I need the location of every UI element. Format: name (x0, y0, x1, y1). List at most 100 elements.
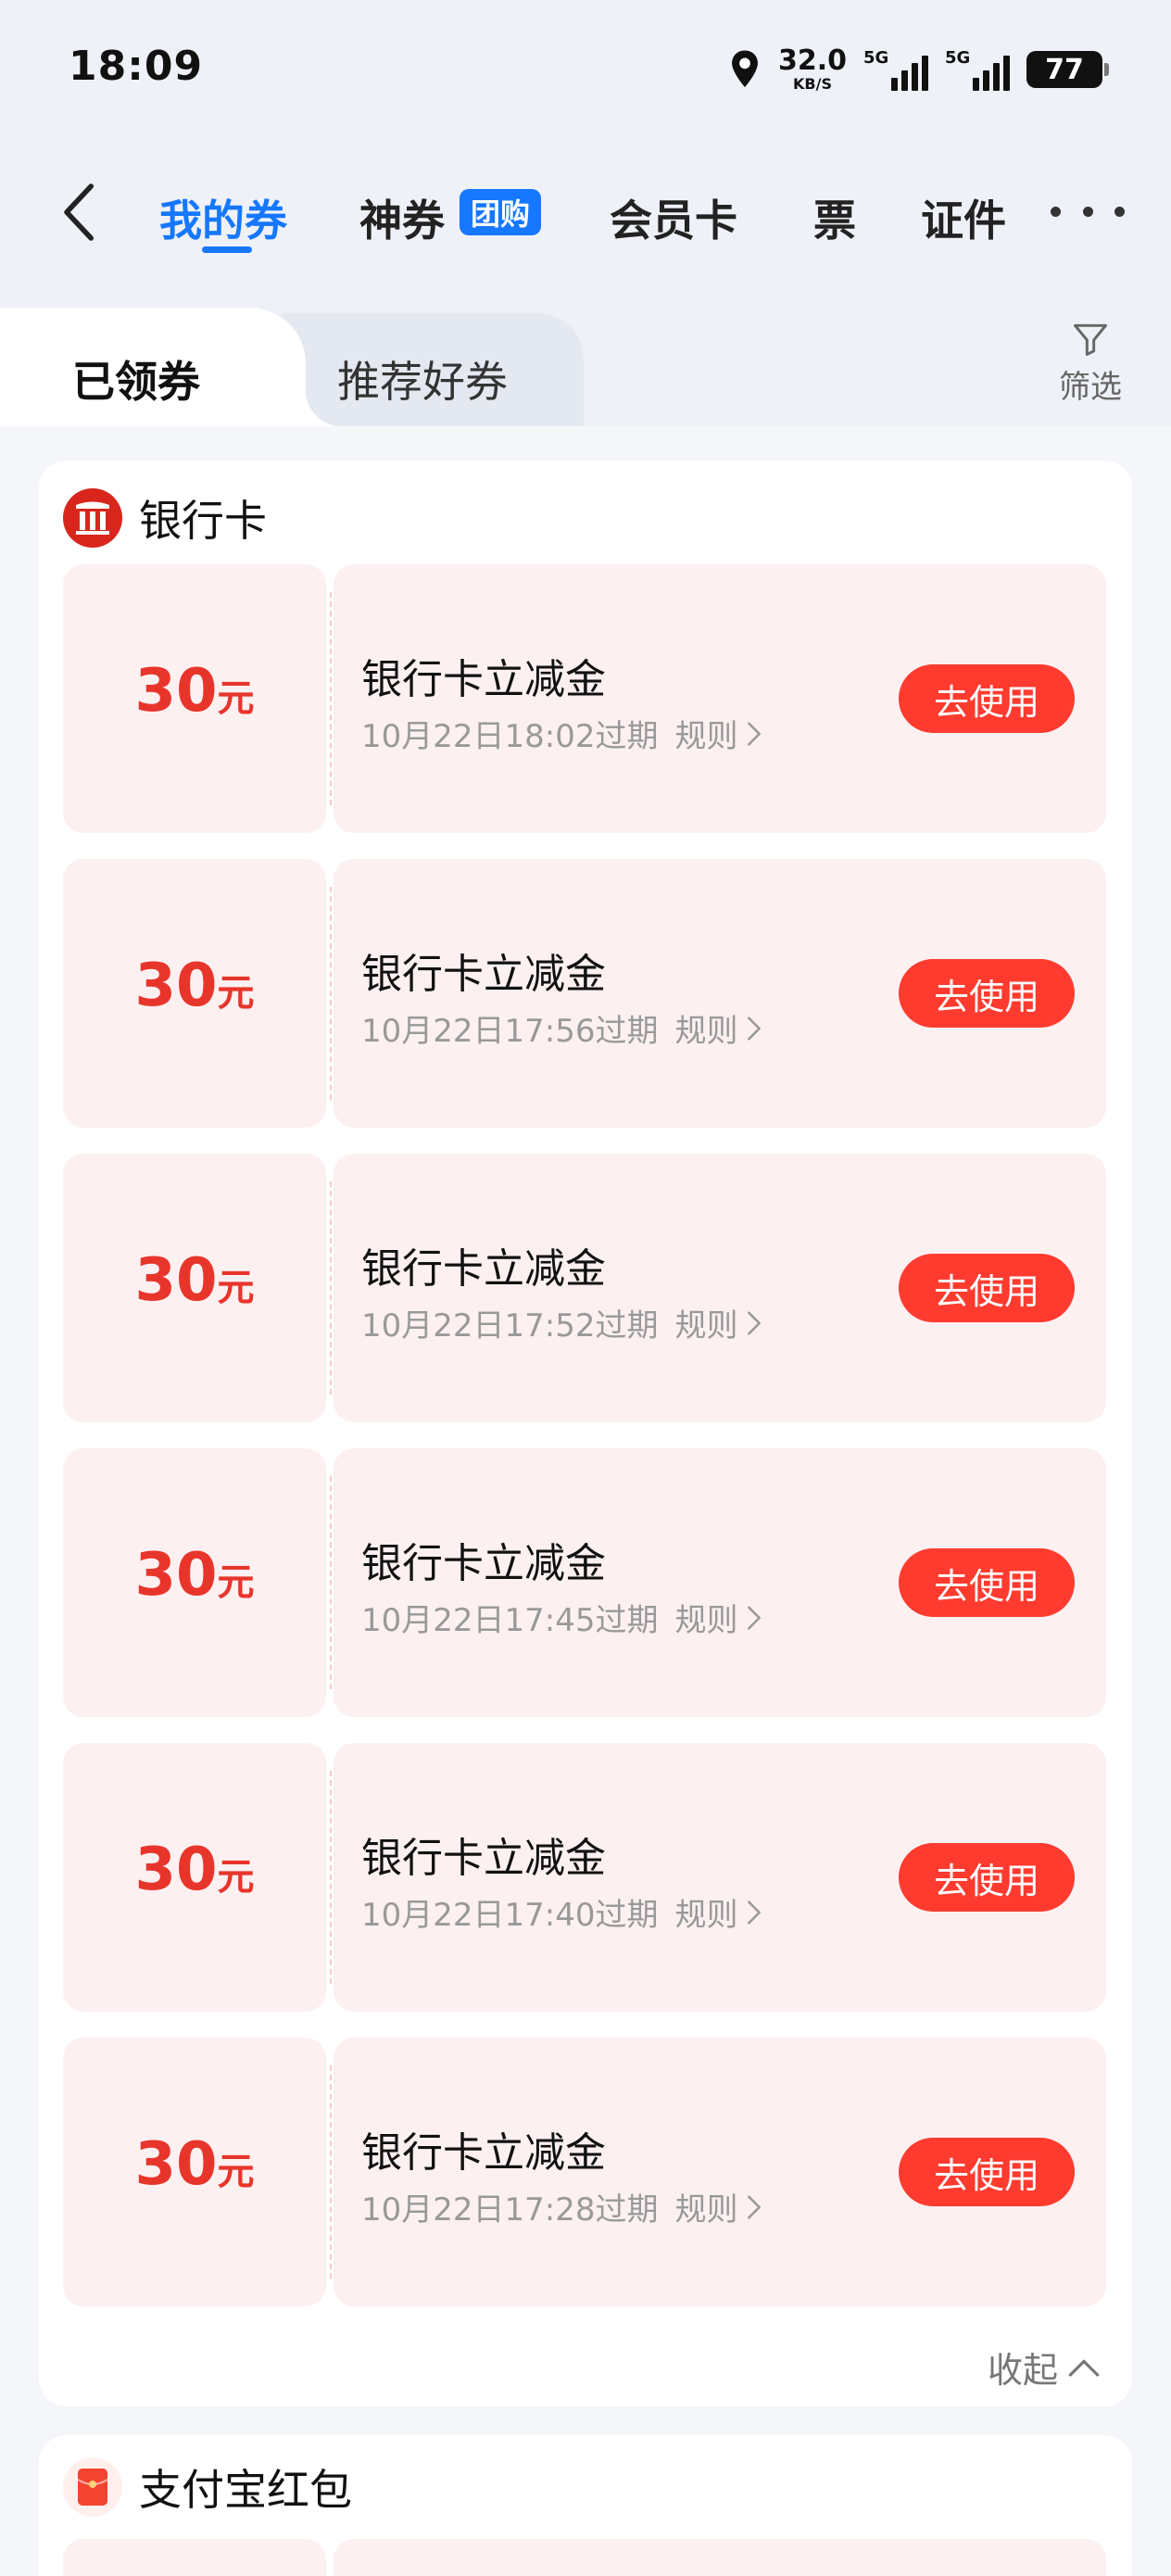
coupon-meta: 10月22日17:56过期 规则 (361, 1005, 764, 1051)
coupon-item[interactable]: 30元 银行卡立减金 10月22日17:45过期 规则 去使用 (63, 1448, 1106, 1717)
chevron-right-icon (747, 1016, 761, 1041)
sub-tabs: 已领券 推荐好券 筛选 (0, 297, 1171, 426)
sub-tab-claimed[interactable]: 已领券 (72, 348, 200, 410)
coupon-name: 银行卡立减金 (361, 1835, 606, 1882)
coupon-amount-value: 30 (134, 1836, 218, 1904)
back-arrow-icon[interactable] (52, 180, 107, 245)
coupon-item[interactable]: 30元 银行卡立减金 10月22日17:52过期 规则 去使用 (63, 1154, 1106, 1422)
use-coupon-button[interactable]: 去使用 (899, 1548, 1075, 1617)
location-icon (732, 50, 758, 88)
coupon-item[interactable]: 30元 银行卡立减金 10月22日17:28过期 规则 去使用 (63, 2038, 1106, 2306)
sim2-label: 5G (945, 48, 971, 68)
use-coupon-button[interactable]: 去使用 (899, 664, 1075, 733)
red-packet-icon (63, 2457, 122, 2517)
network-speed-unit: KB/S (793, 75, 832, 93)
coupon-meta: 10月22日17:40过期 规则 (361, 1889, 764, 1935)
coupon-item[interactable]: 30元 银行卡立减金 10月22日18:02过期 规则 去使用 (63, 564, 1106, 833)
tab-tickets[interactable]: 票 (813, 187, 856, 248)
coupon-amount-unit: 元 (217, 1561, 255, 1604)
chevron-up-icon (1068, 2359, 1100, 2377)
coupon-expiry: 10月22日17:28过期 (361, 2191, 659, 2229)
coupon-amount: 30元 (63, 1246, 326, 1315)
filter-icon (1074, 323, 1107, 356)
coupon-meta: 10月22日18:02过期 规则 (361, 711, 764, 756)
coupon-amount: 30元 (63, 1541, 326, 1610)
coupon-meta: 10月22日17:45过期 规则 (361, 1595, 764, 1640)
more-icon[interactable] (1051, 193, 1125, 230)
coupon-name: 银行卡立减金 (361, 1245, 606, 1293)
tab-member-cards[interactable]: 会员卡 (610, 187, 737, 248)
coupon-rules-link[interactable]: 规则 (675, 1889, 764, 1935)
filter-button[interactable]: 筛选 (1051, 319, 1130, 407)
coupon-divider (330, 1476, 332, 1689)
red-packet-section: 支付宝红包 (39, 2435, 1132, 2576)
coupon-amount: 30元 (63, 657, 326, 726)
battery-icon: 77 (1026, 51, 1109, 88)
coupon-meta: 10月22日17:28过期 规则 (361, 2184, 764, 2229)
coupon-amount-value: 30 (134, 2130, 218, 2199)
coupon-amount-value: 30 (134, 1541, 218, 1610)
coupon-rules-label: 规则 (674, 1307, 738, 1345)
bank-logo-icon (63, 488, 122, 548)
sub-tab-recommended[interactable]: 推荐好券 (337, 348, 508, 410)
status-time: 18:09 (69, 43, 204, 90)
tab-super-coupons[interactable]: 神券 (359, 187, 445, 248)
coupon-amount-unit: 元 (217, 677, 255, 720)
coupon-divider (330, 592, 332, 805)
section-title: 银行卡 (139, 496, 267, 546)
coupon-divider (330, 1181, 332, 1395)
coupon-rules-label: 规则 (674, 718, 738, 755)
coupon-amount-unit: 元 (217, 972, 255, 1015)
chevron-right-icon (747, 1605, 761, 1630)
top-navigation: 我的券 神券 团购 会员卡 票 证件 (0, 167, 1171, 259)
network-speed: 32.0 KB/S (778, 47, 847, 92)
coupon-rules-label: 规则 (674, 1013, 738, 1050)
coupon-expiry: 10月22日17:40过期 (361, 1897, 659, 1934)
coupon-item[interactable]: 30元 银行卡立减金 10月22日17:56过期 规则 去使用 (63, 859, 1106, 1128)
coupon-amount-value: 30 (134, 952, 218, 1020)
coupon-expiry: 10月22日17:52过期 (361, 1307, 659, 1345)
section-header: 银行卡 (63, 486, 267, 549)
coupon-amount-unit: 元 (217, 1267, 255, 1309)
coupon-amount-unit: 元 (217, 1856, 255, 1899)
bank-card-section: 银行卡 30元 银行卡立减金 10月22日18:02过期 规则 去使用 30元 银行卡立减金… (39, 461, 1132, 2406)
coupon-amount-value: 30 (134, 1246, 218, 1315)
coupon-meta: 10月22日17:52过期 规则 (361, 1300, 764, 1345)
chevron-right-icon (747, 1900, 761, 1925)
group-buy-badge: 团购 (460, 189, 542, 235)
tab-certificates[interactable]: 证件 (921, 187, 1006, 248)
coupon-amount: 30元 (63, 2130, 326, 2199)
chevron-right-icon (747, 1310, 761, 1335)
coupon-amount-unit: 元 (217, 2151, 255, 2193)
status-icons: 32.0 KB/S 5G 5G 77 (728, 46, 1109, 93)
collapse-button[interactable]: 收起 (988, 2342, 1102, 2393)
use-coupon-button[interactable]: 去使用 (899, 1254, 1075, 1322)
coupon-peek-right (334, 2539, 1106, 2576)
coupon-amount: 30元 (63, 1836, 326, 1904)
coupon-peek-left (63, 2539, 326, 2576)
use-coupon-button[interactable]: 去使用 (899, 1843, 1075, 1912)
tab-my-coupons[interactable]: 我的券 (159, 187, 287, 248)
coupon-divider (330, 1771, 332, 1984)
use-coupon-button[interactable]: 去使用 (899, 959, 1075, 1028)
coupon-rules-link[interactable]: 规则 (675, 2184, 764, 2229)
coupon-rules-link[interactable]: 规则 (675, 711, 764, 756)
coupon-name: 银行卡立减金 (361, 951, 606, 998)
coupon-rules-link[interactable]: 规则 (675, 1005, 764, 1051)
use-coupon-button[interactable]: 去使用 (899, 2138, 1075, 2206)
coupon-divider (330, 887, 332, 1100)
chevron-right-icon (747, 721, 761, 746)
active-tab-indicator (202, 246, 252, 253)
coupon-expiry: 10月22日18:02过期 (361, 718, 659, 755)
coupon-rules-link[interactable]: 规则 (675, 1595, 764, 1640)
section-title: 支付宝红包 (139, 2465, 352, 2515)
collapse-label: 收起 (987, 2350, 1058, 2391)
coupon-rules-link[interactable]: 规则 (675, 1300, 764, 1345)
filter-label: 筛选 (1059, 369, 1122, 406)
chevron-right-icon (747, 2194, 761, 2219)
coupon-name: 银行卡立减金 (361, 1540, 606, 1587)
coupon-item[interactable]: 30元 银行卡立减金 10月22日17:40过期 规则 去使用 (63, 1743, 1106, 2012)
signal-sim2-icon: 5G (945, 48, 1010, 91)
status-bar: 18:09 32.0 KB/S 5G 5G 77 (0, 0, 1171, 139)
coupon-rules-label: 规则 (674, 1602, 738, 1639)
